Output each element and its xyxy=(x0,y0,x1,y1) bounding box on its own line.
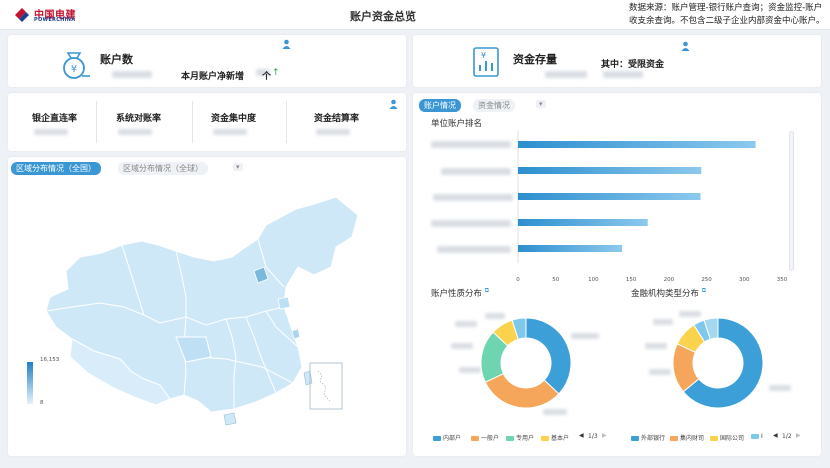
x-tick-label: 200 xyxy=(664,277,675,281)
powerchina-logo: 中国电建 POWERCHINA xyxy=(14,6,84,26)
account-kpi-card: ¥ 账户数 本月账户净新增 个 ↑ xyxy=(8,35,406,87)
account-type-donut xyxy=(480,317,572,409)
unit-name-redacted xyxy=(433,194,513,201)
tab-accounts[interactable]: 账户情况 xyxy=(419,99,461,112)
tab-funds[interactable]: 资金情况 xyxy=(473,99,515,112)
ranking-scrollbar[interactable] xyxy=(789,131,794,271)
restricted-value-redacted xyxy=(603,71,643,78)
ranking-bar[interactable] xyxy=(518,141,756,148)
top-bar: 中国电建 POWERCHINA 账户资金总览 数据来源：账户管理-银行账户查询；… xyxy=(0,0,830,30)
unit-name-redacted xyxy=(437,246,511,253)
up-arrow-icon: ↑ xyxy=(272,68,280,78)
legend-swatch xyxy=(631,436,639,441)
x-tick-label: 300 xyxy=(739,277,750,281)
legend-swatch xyxy=(670,436,678,441)
svg-text:¥: ¥ xyxy=(71,64,77,75)
metric-value-redacted xyxy=(316,129,350,135)
tab-more-button[interactable]: ▾ xyxy=(536,100,546,108)
tab-more-button[interactable]: ▾ xyxy=(233,163,243,171)
donut-slice[interactable] xyxy=(525,317,572,395)
net-new-suffix: 个 xyxy=(262,72,272,82)
money-bag-icon: ¥ xyxy=(63,52,90,79)
legend-pager-next-icon[interactable]: ▶ xyxy=(796,432,801,439)
legend-item[interactable]: 基本户 xyxy=(541,433,569,442)
divider xyxy=(192,101,193,143)
legend-item[interactable]: 国际公司 xyxy=(710,433,744,442)
metric-settlement-rate: 资金结算率 xyxy=(314,114,360,124)
accounts-value-redacted xyxy=(112,71,152,78)
bank-stock-icon: ¥ xyxy=(473,47,499,77)
legend-pager-prev-icon[interactable]: ◀ xyxy=(579,432,584,439)
legend-pager-prev-icon[interactable]: ◀ xyxy=(773,432,778,439)
legend-item[interactable]: 一般户 xyxy=(471,433,499,442)
x-tick-label: 350 xyxy=(777,277,788,281)
restricted-funds-label: 其中：受限资金 xyxy=(601,60,665,70)
ranking-title: 单位账户排名 xyxy=(431,119,483,129)
legend-pager-next-icon[interactable]: ▶ xyxy=(602,432,607,439)
data-source-note: 数据来源：账户管理-银行账户查询；资金监控-账户收支余查询。不包含二级子企业内部… xyxy=(629,3,825,26)
metric-reconcile-rate: 系统对账率 xyxy=(116,114,162,124)
legend-item[interactable]: 外部银行 xyxy=(631,433,665,442)
ranking-bar[interactable] xyxy=(518,193,701,200)
institution-type-title: 金融机构类型分布 ⧉ xyxy=(631,287,707,299)
metric-bank-direct-rate: 银企直连率 xyxy=(32,114,78,124)
map-legend-min: 8 xyxy=(40,400,44,406)
funds-kpi-card: ¥ 资金存量 其中：受限资金 xyxy=(413,35,821,87)
person-icon[interactable] xyxy=(282,39,291,49)
legend-swatch xyxy=(541,436,549,441)
china-map[interactable] xyxy=(36,187,376,437)
unit-name-redacted xyxy=(431,141,511,148)
net-new-label: 本月账户净新增 xyxy=(181,72,245,82)
legend-item[interactable]: 专用户 xyxy=(506,433,534,442)
x-tick-label: 250 xyxy=(701,277,712,281)
ranking-bar[interactable] xyxy=(518,167,702,174)
svg-text:¥: ¥ xyxy=(481,51,486,60)
ranking-bar[interactable] xyxy=(518,245,623,252)
unit-ranking-chart: 0 50 100 150 200 250 300 350 xyxy=(516,131,788,281)
tab-region-global[interactable]: 区域分布情况（全球） xyxy=(118,162,208,175)
unit-name-redacted xyxy=(441,168,511,175)
unit-name-redacted xyxy=(431,220,511,227)
powerchina-logo-icon xyxy=(15,8,29,22)
legend-swatch xyxy=(433,436,441,441)
info-icon[interactable]: ⧉ xyxy=(485,287,489,295)
metric-value-redacted xyxy=(34,129,68,135)
legend-page-indicator: 1/3 xyxy=(588,433,598,440)
legend-swatch xyxy=(751,434,759,439)
legend-swatch xyxy=(506,436,514,441)
legend-item[interactable]: 内部户 xyxy=(433,433,461,442)
tab-region-domestic[interactable]: 区域分布情况（全国） xyxy=(11,162,101,175)
metric-value-redacted xyxy=(118,129,152,135)
map-legend-bar xyxy=(27,362,33,404)
legend-item[interactable]: 集内财司 xyxy=(670,433,704,442)
page-title: 账户资金总览 xyxy=(350,10,416,23)
metric-value-redacted xyxy=(213,129,247,135)
institution-type-donut xyxy=(672,317,764,409)
slice-label-redacted xyxy=(451,343,473,349)
x-tick-label: 150 xyxy=(626,277,637,281)
divider xyxy=(96,101,97,143)
person-icon[interactable] xyxy=(389,99,398,109)
metrics-card: 银企直连率 系统对账率 资金集中度 资金结算率 xyxy=(8,93,406,151)
funds-value-redacted xyxy=(545,71,587,78)
funds-label: 资金存量 xyxy=(513,53,557,66)
accounts-label: 账户数 xyxy=(100,53,133,66)
ranking-bar[interactable] xyxy=(518,219,648,226)
x-tick-label: 100 xyxy=(588,277,599,281)
metric-concentration: 资金集中度 xyxy=(211,114,257,124)
legend-swatch xyxy=(710,436,718,441)
info-icon[interactable]: ⧉ xyxy=(702,287,706,295)
x-tick-label: 0 xyxy=(516,277,520,281)
divider xyxy=(286,101,287,143)
x-tick-label: 50 xyxy=(552,277,559,281)
legend-page-indicator: 1/2 xyxy=(782,433,792,440)
legend-swatch xyxy=(471,436,479,441)
map-legend-max: 16,153 xyxy=(40,357,60,363)
account-analysis-card: 账户情况 资金情况 ▾ 单位账户排名 0 50 100 150 200 250 300 350… xyxy=(413,93,821,456)
region-map-card: 区域分布情况（全国） 区域分布情况（全球） ▾ 16,153 8 xyxy=(8,157,406,456)
person-icon[interactable] xyxy=(681,41,690,51)
legend-item[interactable]: I xyxy=(751,433,763,440)
account-type-title: 账户性质分布 ⧉ xyxy=(431,287,490,299)
